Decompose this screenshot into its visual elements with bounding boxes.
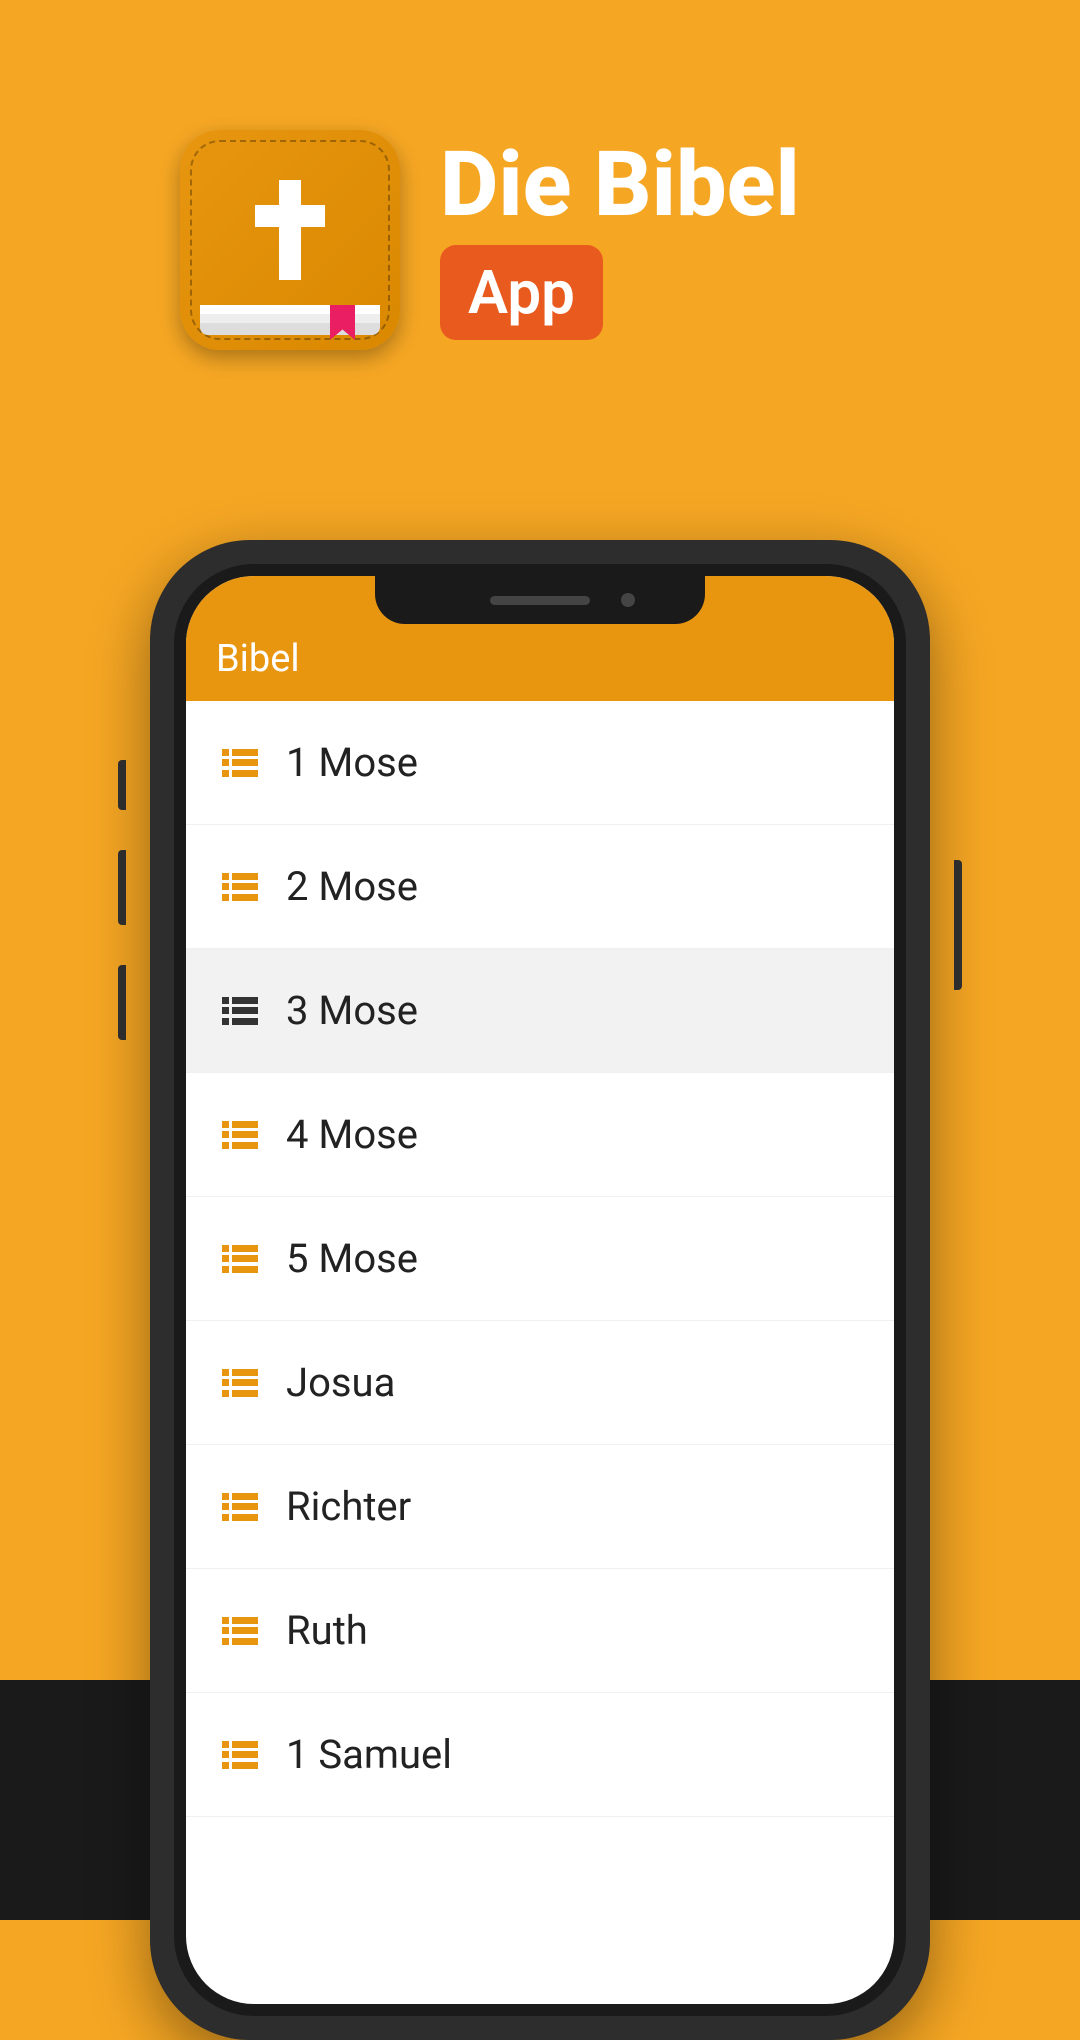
- list-icon: [222, 1493, 258, 1521]
- app-icon: [180, 130, 400, 350]
- book-name: 3 Mose: [286, 987, 418, 1034]
- phone-screen: Bibel 1 Mose 2 Mose 3 Mose 4 Mose 5 Mose Josu…: [186, 576, 894, 2004]
- cross-icon: [255, 180, 325, 280]
- camera-icon: [621, 593, 635, 607]
- book-name: 1 Samuel: [286, 1731, 452, 1778]
- list-icon: [222, 997, 258, 1025]
- book-item[interactable]: 1 Samuel: [186, 1693, 894, 1817]
- book-name: 5 Mose: [286, 1235, 418, 1282]
- book-name: 1 Mose: [286, 739, 418, 786]
- app-header-title: Bibel: [216, 637, 300, 681]
- book-name: Richter: [286, 1483, 411, 1530]
- book-item[interactable]: 4 Mose: [186, 1073, 894, 1197]
- book-item[interactable]: 5 Mose: [186, 1197, 894, 1321]
- book-item[interactable]: 3 Mose: [186, 949, 894, 1073]
- phone-notch: [375, 576, 705, 624]
- list-icon: [222, 1121, 258, 1149]
- list-icon: [222, 1741, 258, 1769]
- book-item[interactable]: Ruth: [186, 1569, 894, 1693]
- speaker-icon: [490, 596, 590, 605]
- book-list[interactable]: 1 Mose 2 Mose 3 Mose 4 Mose 5 Mose Josua Richt…: [186, 701, 894, 1817]
- book-name: 2 Mose: [286, 863, 418, 910]
- book-item[interactable]: Josua: [186, 1321, 894, 1445]
- book-name: 4 Mose: [286, 1111, 418, 1158]
- phone-mockup: Bibel 1 Mose 2 Mose 3 Mose 4 Mose 5 Mose Josu…: [150, 540, 930, 2040]
- book-item[interactable]: Richter: [186, 1445, 894, 1569]
- app-title: Die Bibel: [440, 140, 800, 230]
- list-icon: [222, 1617, 258, 1645]
- phone-side-buttons-left: [118, 760, 126, 1080]
- promo-header: Die Bibel App: [0, 0, 1080, 350]
- title-group: Die Bibel App: [440, 140, 800, 340]
- list-icon: [222, 873, 258, 901]
- book-item[interactable]: 1 Mose: [186, 701, 894, 825]
- book-name: Josua: [286, 1359, 395, 1406]
- app-badge: App: [440, 245, 603, 340]
- list-icon: [222, 1369, 258, 1397]
- phone-side-button-right: [954, 860, 962, 990]
- book-name: Ruth: [286, 1607, 368, 1654]
- list-icon: [222, 749, 258, 777]
- book-item[interactable]: 2 Mose: [186, 825, 894, 949]
- list-icon: [222, 1245, 258, 1273]
